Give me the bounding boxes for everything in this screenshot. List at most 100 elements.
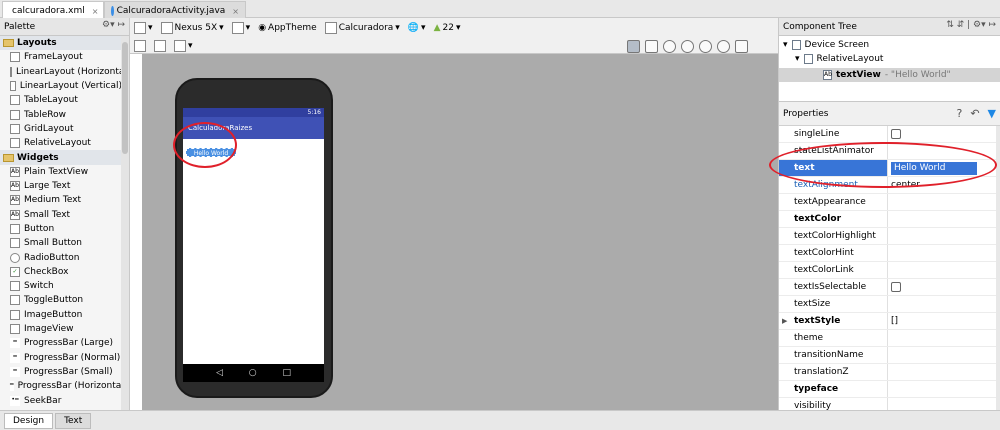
palette-item[interactable]: RadioButton (0, 250, 122, 264)
property-value[interactable] (888, 330, 997, 346)
folder-icon (3, 153, 14, 162)
property-row-transitionname[interactable]: transitionName (779, 347, 997, 364)
palette-item[interactable]: ━ ProgressBar (Horizontal) (0, 379, 122, 393)
scrollbar-thumb[interactable] (122, 42, 128, 154)
property-value[interactable] (888, 398, 997, 410)
property-row-textsize[interactable]: textSize (779, 296, 997, 313)
component-tree-panel: Component Tree ⇅ ⇵ | ⚙▾ ↦ ▾ Device Screen… (778, 18, 1000, 102)
api-level-selector[interactable]: ▲ 22 ▾ (434, 23, 461, 33)
theme-label: AppTheme (268, 23, 317, 33)
property-row-textcolorhighlight[interactable]: textColorHighlight (779, 228, 997, 245)
tree-node-device-screen[interactable]: ▾ Device Screen (779, 38, 1000, 52)
theme-selector[interactable]: ◉ AppTheme (258, 23, 317, 33)
tab-text[interactable]: Text (55, 412, 92, 429)
property-row-textcolorhint[interactable]: textColorHint (779, 245, 997, 262)
palette-group-layouts[interactable]: Layouts (0, 36, 122, 51)
palette-item[interactable]: ToggleButton (0, 293, 122, 307)
palette-item[interactable]: TableLayout (0, 93, 122, 107)
property-value[interactable]: [] (888, 313, 997, 329)
expand-horizontal-icon[interactable] (134, 40, 146, 52)
property-row-textisselectable[interactable]: textIsSelectable (779, 279, 997, 296)
property-row-textcolor[interactable]: textColor (779, 211, 997, 228)
collapse-icon[interactable]: ▾ (795, 54, 800, 64)
zoom-100-icon[interactable] (699, 40, 712, 53)
tab-design[interactable]: Design (4, 412, 54, 429)
filter-icon[interactable]: ▼ (988, 107, 996, 120)
item-label: TableLayout (24, 95, 78, 106)
palette-item[interactable]: LinearLayout (Horizontal) (0, 65, 122, 79)
property-row-visibility[interactable]: visibility (779, 398, 997, 410)
property-value[interactable] (888, 245, 997, 261)
palette-item[interactable]: Ab Medium Text (0, 193, 122, 207)
layout-warnings-icon[interactable] (735, 40, 748, 53)
zoom-actual-icon[interactable] (645, 40, 658, 53)
tab-calcuradora-xml[interactable]: calcuradora.xml × (2, 1, 104, 18)
property-row-theme[interactable]: theme (779, 330, 997, 347)
palette-item[interactable]: Switch (0, 279, 122, 293)
zoom-out-icon[interactable] (681, 40, 694, 53)
property-value[interactable] (888, 211, 997, 227)
property-row-textappearance[interactable]: textAppearance (779, 194, 997, 211)
tree-tools-icon[interactable]: ⇅ ⇵ | ⚙▾ ↦ (946, 20, 996, 30)
property-row-typeface[interactable]: typeface (779, 381, 997, 398)
recents-icon: □ (282, 368, 292, 378)
expand-icon[interactable]: ▶ (782, 317, 787, 325)
property-value[interactable] (888, 381, 997, 397)
activity-selector[interactable]: Calcuradora ▾ (324, 22, 400, 34)
property-value[interactable] (888, 364, 997, 380)
help-icon[interactable]: ? (956, 107, 962, 120)
palette-item[interactable]: ImageView (0, 322, 122, 336)
palette-item[interactable]: TableRow (0, 107, 122, 121)
palette-item[interactable]: GridLayout (0, 122, 122, 136)
palette-item[interactable]: Ab Small Text (0, 208, 122, 222)
orientation-button[interactable]: ▾ (231, 22, 250, 34)
property-value[interactable] (888, 296, 997, 312)
property-row-textcolorlink[interactable]: textColorLink (779, 262, 997, 279)
palette-item[interactable]: LinearLayout (Vertical) (0, 79, 122, 93)
palette-group-widgets[interactable]: Widgets (0, 150, 122, 165)
palette-scrollbar[interactable] (121, 36, 129, 410)
tab-calcuradora-activity-java[interactable]: CalcuradoraActivity.java × (104, 1, 246, 18)
textisselectable-checkbox[interactable] (891, 282, 901, 292)
close-tab-icon[interactable]: × (92, 7, 99, 16)
device-selector[interactable]: Nexus 5X ▾ (160, 22, 224, 34)
zoom-fit-icon[interactable] (627, 40, 640, 53)
property-row-singleline[interactable]: singleLine (779, 126, 997, 143)
palette-item[interactable]: RelativeLayout (0, 136, 122, 150)
undo-icon[interactable]: ↶ (970, 107, 979, 120)
property-row-translationz[interactable]: translationZ (779, 364, 997, 381)
property-row-textstyle[interactable]: ▶ textStyle [] (779, 313, 997, 330)
palette-item[interactable]: ✓ CheckBox (0, 265, 122, 279)
palette-item[interactable]: ━ ProgressBar (Small) (0, 365, 122, 379)
collapse-icon[interactable]: ▾ (783, 40, 788, 50)
palette-item[interactable]: •━ SeekBar (0, 393, 122, 407)
property-value[interactable] (888, 228, 997, 244)
design-mode-button[interactable]: ▾ (134, 22, 153, 34)
activity-icon (324, 22, 337, 34)
property-value[interactable] (888, 262, 997, 278)
locale-selector[interactable]: 🌐 ▾ (408, 23, 426, 33)
refresh-icon[interactable] (717, 40, 730, 53)
palette-item[interactable]: Button (0, 222, 122, 236)
zoom-in-icon[interactable] (663, 40, 676, 53)
expand-vertical-icon[interactable] (154, 40, 166, 52)
design-canvas[interactable]: 5:16 CalculadoraRaizes Hello World ◁ ○ □ (130, 54, 778, 410)
properties-scrollbar[interactable] (996, 126, 1000, 410)
close-tab-icon[interactable]: × (232, 7, 239, 16)
palette-item[interactable]: ━ ProgressBar (Normal) (0, 351, 122, 365)
tree-node-relativelayout[interactable]: ▾ RelativeLayout (779, 52, 1000, 66)
palette-item[interactable]: Small Button (0, 236, 122, 250)
margins-button[interactable]: ▾ (174, 40, 193, 52)
palette-item[interactable]: ImageButton (0, 308, 122, 322)
property-value[interactable] (888, 347, 997, 363)
palette-item[interactable]: Ab Large Text (0, 179, 122, 193)
activity-label: Calcuradora (338, 23, 394, 33)
palette-item[interactable]: ━ ProgressBar (Large) (0, 336, 122, 350)
palette-item[interactable]: FrameLayout (0, 50, 122, 64)
palette-settings-icon[interactable]: ⚙▾ ↦ (102, 20, 125, 30)
item-label: ImageView (24, 324, 74, 335)
tree-node-textview[interactable]: Ab textView - "Hello World" (779, 68, 1000, 82)
singleline-checkbox[interactable] (891, 129, 901, 139)
property-value[interactable] (888, 194, 997, 210)
palette-item[interactable]: Ab Plain TextView (0, 165, 122, 179)
